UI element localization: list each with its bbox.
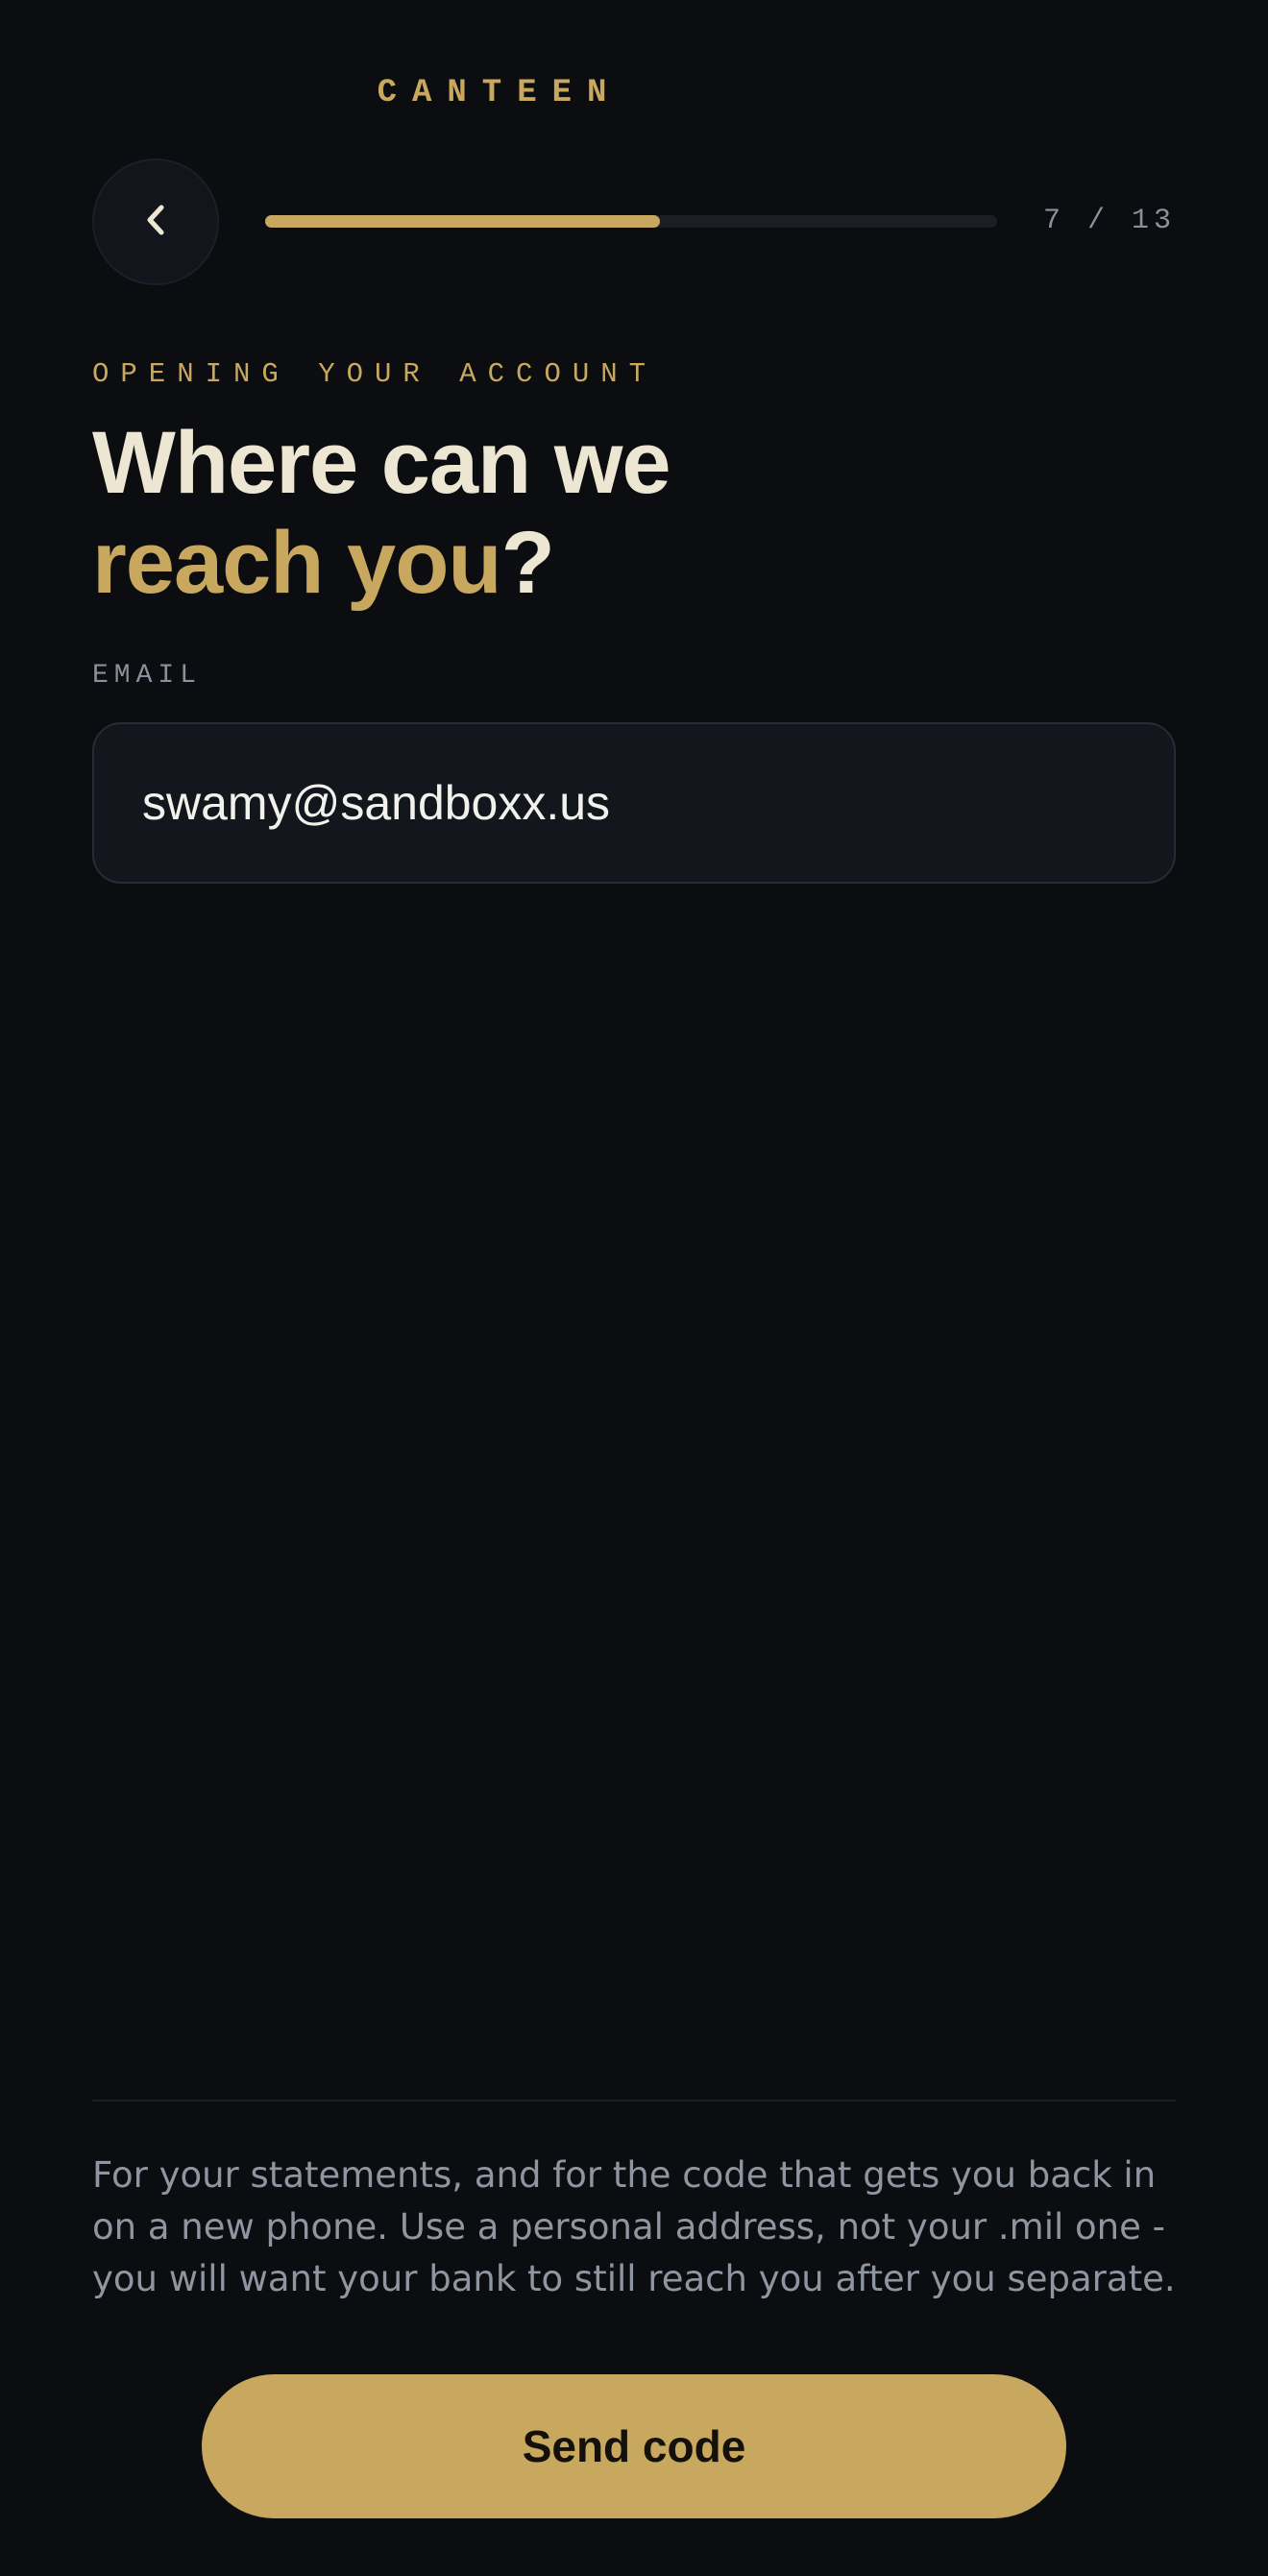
step-counter: 7 / 13 — [1042, 205, 1176, 237]
page-title-suffix: ? — [500, 514, 555, 612]
section-eyebrow: OPENING YOUR ACCOUNT — [92, 358, 658, 390]
page-title-accent: reach you — [92, 514, 502, 612]
helper-text: For your statements, and for the code th… — [92, 2154, 1176, 2299]
page-title: Where can we reach you? — [92, 413, 671, 613]
email-field[interactable] — [142, 724, 1132, 882]
brand-wordmark: CANTEEN — [377, 75, 622, 111]
page-title-line1: Where can we — [92, 414, 671, 512]
email-field-container[interactable] — [92, 722, 1176, 884]
chevron-left-icon — [143, 203, 168, 242]
progress-bar — [265, 215, 997, 228]
send-code-button[interactable]: Send code — [202, 2374, 1066, 2518]
divider — [92, 2100, 1176, 2102]
email-label: EMAIL — [92, 661, 203, 691]
back-button[interactable] — [92, 158, 219, 285]
progress-bar-fill — [265, 215, 661, 228]
